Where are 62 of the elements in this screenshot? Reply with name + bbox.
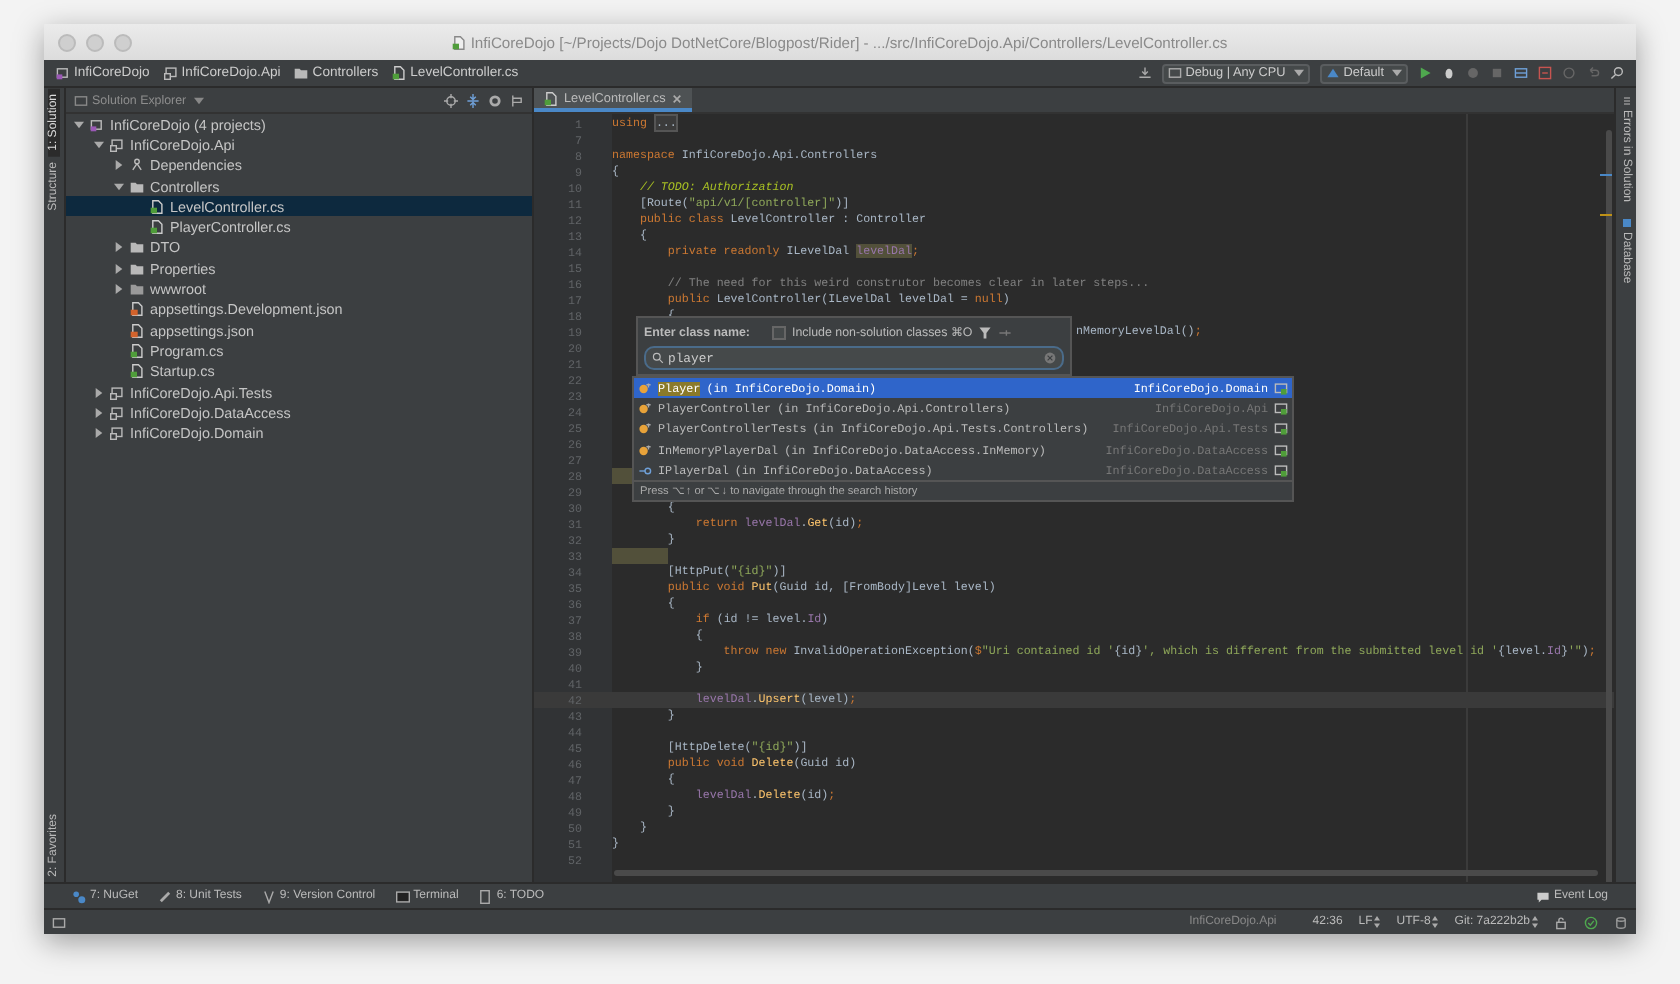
class-icon — [638, 443, 652, 458]
json-file-icon — [130, 323, 144, 338]
up-down-icon — [1374, 916, 1381, 928]
collapsed-arrow-icon[interactable] — [114, 160, 124, 171]
info-marker[interactable] — [1600, 174, 1612, 176]
csharp-file-icon — [392, 66, 407, 80]
window-icon — [74, 93, 88, 107]
clear-icon[interactable] — [1044, 352, 1056, 364]
run-icon[interactable] — [1418, 66, 1432, 80]
grid-icon[interactable] — [1514, 66, 1528, 80]
class-icon — [638, 381, 652, 396]
pin-icon[interactable] — [510, 93, 524, 107]
json-file-icon — [130, 302, 144, 317]
folder-icon — [130, 179, 144, 194]
folder-icon — [294, 66, 309, 80]
window-icon — [1167, 66, 1182, 80]
expanded-arrow-icon[interactable] — [114, 181, 124, 192]
collapsed-arrow-icon[interactable] — [94, 428, 104, 439]
dependencies-icon — [130, 158, 144, 173]
collapsed-arrow-icon[interactable] — [114, 263, 124, 274]
collapsed-arrow-icon[interactable] — [114, 242, 124, 253]
csharp-file-icon — [150, 199, 164, 214]
project-icon — [110, 137, 124, 152]
filter-icon[interactable] — [978, 325, 993, 339]
error-list-icon — [1621, 96, 1631, 106]
expanded-arrow-icon[interactable] — [94, 139, 104, 150]
collapse-icon[interactable] — [466, 93, 480, 107]
dots-icon — [72, 889, 86, 903]
csharp-file-icon — [150, 220, 164, 235]
check-circle-icon[interactable] — [1584, 915, 1598, 929]
up-down-icon — [1532, 916, 1538, 928]
caret-icon — [1293, 68, 1304, 78]
speech-bubble-icon — [1535, 889, 1550, 903]
close-icon[interactable] — [671, 93, 682, 103]
class-icon — [638, 401, 652, 416]
triangle-icon — [1325, 66, 1340, 80]
interface-icon — [638, 463, 652, 478]
terminal-icon — [395, 889, 410, 903]
expanded-arrow-icon[interactable] — [74, 119, 84, 130]
collapsed-arrow-icon[interactable] — [114, 284, 124, 295]
download-icon[interactable] — [1137, 66, 1152, 80]
csharp-file-icon — [130, 343, 144, 358]
solution-icon — [90, 117, 104, 132]
target-icon[interactable] — [444, 93, 458, 107]
file-icon — [452, 35, 467, 49]
panel-toggle-icon[interactable] — [52, 915, 66, 929]
collapsed-arrow-icon[interactable] — [94, 387, 104, 397]
search-icon — [652, 352, 664, 364]
csharp-file-icon — [130, 364, 144, 379]
caret-icon — [194, 95, 205, 105]
collapsed-arrow-icon[interactable] — [94, 407, 104, 418]
caret-icon — [1392, 68, 1402, 78]
class-icon — [638, 422, 652, 437]
lock-icon[interactable] — [1554, 915, 1568, 929]
solution-icon — [56, 66, 70, 80]
warning-marker[interactable] — [1600, 214, 1612, 216]
search-icon[interactable] — [1610, 66, 1624, 80]
csharp-file-icon — [544, 91, 558, 105]
pin-icon[interactable] — [998, 325, 1013, 339]
up-down-icon — [1432, 916, 1439, 928]
project-icon — [163, 66, 178, 80]
checkbox[interactable] — [771, 325, 786, 339]
